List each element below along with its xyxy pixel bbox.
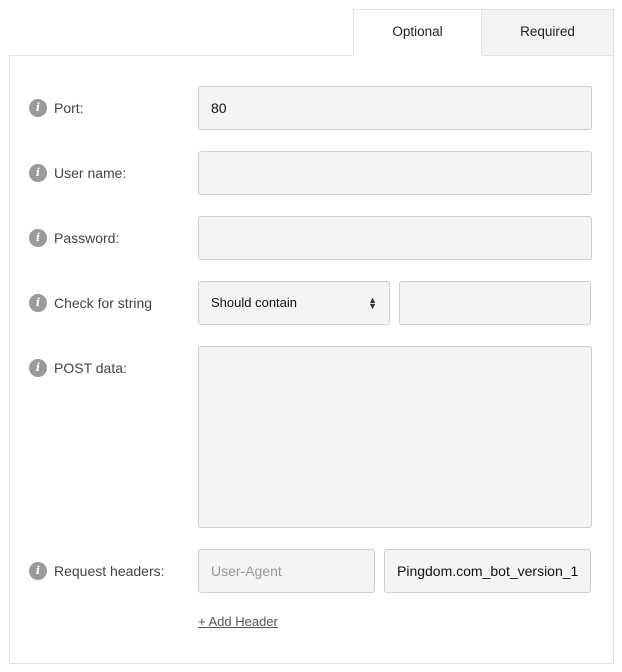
- check-string-select[interactable]: Should contain ▲ ▼: [198, 281, 390, 325]
- info-icon[interactable]: i: [29, 294, 47, 312]
- tab-optional[interactable]: Optional: [353, 9, 482, 56]
- post-data-textarea[interactable]: [198, 346, 592, 528]
- select-arrows-icon: ▲ ▼: [368, 295, 377, 311]
- check-string-label-row: i Check for string: [29, 294, 152, 312]
- password-label: Password:: [54, 230, 120, 246]
- tab-required[interactable]: Required: [481, 9, 614, 56]
- username-label: User name:: [54, 165, 127, 181]
- username-input[interactable]: [198, 151, 592, 195]
- port-label-row: i Port:: [29, 99, 84, 117]
- add-header-link[interactable]: + Add Header: [198, 614, 278, 629]
- check-string-input[interactable]: [399, 281, 591, 325]
- select-value: Should contain: [211, 295, 298, 310]
- header-value-input[interactable]: Pingdom.com_bot_version_1: [384, 549, 591, 593]
- info-icon[interactable]: i: [29, 229, 47, 247]
- info-icon[interactable]: i: [29, 164, 47, 182]
- header-name-input[interactable]: User-Agent: [198, 549, 375, 593]
- info-icon[interactable]: i: [29, 562, 47, 580]
- info-icon[interactable]: i: [29, 359, 47, 377]
- username-label-row: i User name:: [29, 164, 126, 182]
- port-label: Port:: [54, 100, 84, 116]
- request-headers-label: Request headers:: [54, 563, 165, 579]
- request-headers-label-row: i Request headers:: [29, 562, 165, 580]
- post-data-label-row: i POST data:: [29, 359, 127, 377]
- check-string-label: Check for string: [54, 295, 153, 311]
- port-input[interactable]: 80: [198, 86, 592, 130]
- password-label-row: i Password:: [29, 229, 119, 247]
- post-data-label: POST data:: [54, 360, 127, 376]
- password-input[interactable]: [198, 216, 592, 260]
- info-icon[interactable]: i: [29, 99, 47, 117]
